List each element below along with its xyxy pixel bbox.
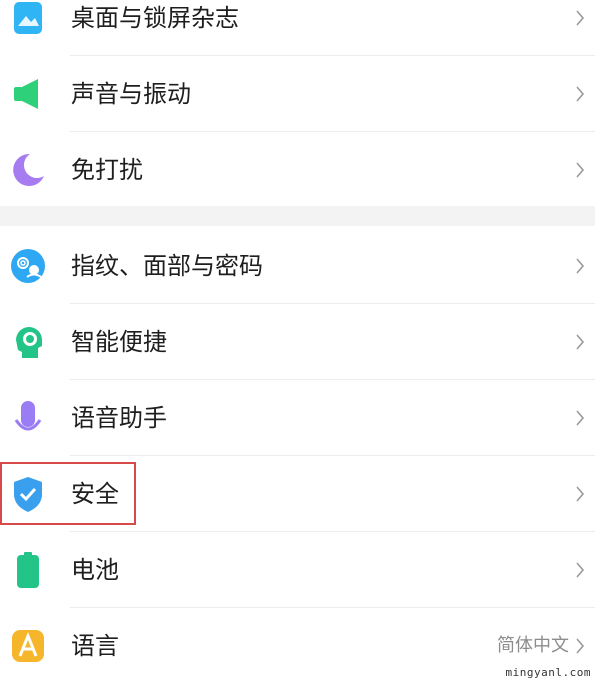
settings-screen: 桌面与锁屏杂志 声音与振动 免打扰 指纹、面部与密码 智能便捷 语音助手 安全 … xyxy=(0,0,595,681)
settings-group-display: 桌面与锁屏杂志 声音与振动 免打扰 xyxy=(0,0,595,206)
chevron-right-icon xyxy=(576,162,585,178)
settings-item-voice[interactable]: 语音助手 xyxy=(0,380,595,456)
chevron-right-icon xyxy=(576,86,585,102)
chevron-right-icon xyxy=(576,334,585,350)
settings-item-biometrics[interactable]: 指纹、面部与密码 xyxy=(0,228,595,304)
chevron-right-icon xyxy=(576,258,585,274)
settings-item-wallpaper[interactable]: 桌面与锁屏杂志 xyxy=(0,0,595,56)
chevron-right-icon xyxy=(576,10,585,26)
settings-item-label: 声音与振动 xyxy=(71,80,191,108)
settings-item-battery[interactable]: 电池 xyxy=(0,532,595,608)
fingerprint-face-icon xyxy=(11,249,45,283)
wallpaper-icon xyxy=(14,2,42,34)
settings-group-security: 指纹、面部与密码 智能便捷 语音助手 安全 电池 语言 简体中文 xyxy=(0,226,595,681)
settings-item-smart[interactable]: 智能便捷 xyxy=(0,304,595,380)
watermark-text: mingyanl.com xyxy=(505,666,591,679)
highlight-box-security xyxy=(0,462,136,525)
language-a-icon xyxy=(12,630,44,662)
battery-icon xyxy=(17,552,39,588)
settings-item-label: 桌面与锁屏杂志 xyxy=(71,4,239,32)
smart-head-icon xyxy=(16,327,42,358)
microphone-icon xyxy=(14,401,42,431)
settings-item-label: 语音助手 xyxy=(71,404,167,432)
settings-item-label: 免打扰 xyxy=(71,156,143,184)
settings-item-dnd[interactable]: 免打扰 xyxy=(0,132,595,208)
chevron-right-icon xyxy=(576,562,585,578)
section-gap xyxy=(0,206,595,226)
speaker-icon xyxy=(14,79,38,109)
settings-item-label: 指纹、面部与密码 xyxy=(71,252,263,280)
settings-item-sound[interactable]: 声音与振动 xyxy=(0,56,595,132)
settings-item-label: 智能便捷 xyxy=(71,328,167,356)
chevron-right-icon xyxy=(576,486,585,502)
moon-icon xyxy=(13,153,44,186)
chevron-right-icon xyxy=(576,638,585,654)
chevron-right-icon xyxy=(576,410,585,426)
settings-item-label: 电池 xyxy=(71,556,119,584)
settings-item-label: 语言 xyxy=(71,632,119,660)
